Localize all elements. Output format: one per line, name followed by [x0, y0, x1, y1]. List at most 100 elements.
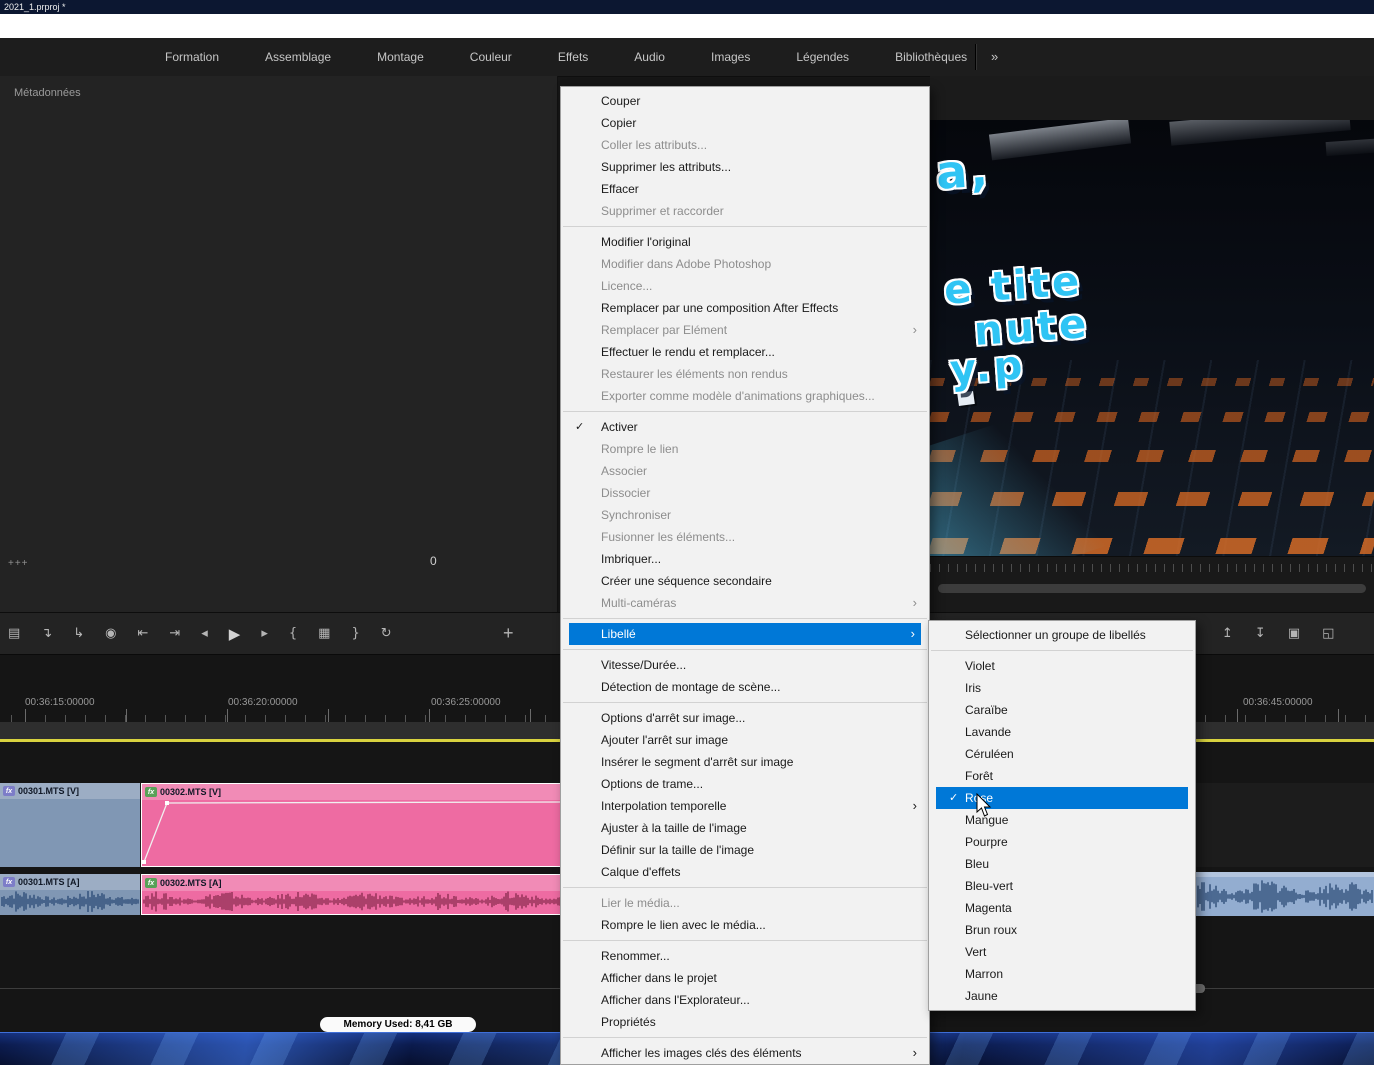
menu-item-bleu-vert[interactable]: Bleu-vert [929, 875, 1195, 897]
tab-effets[interactable]: Effets [558, 38, 588, 76]
menu-item-vert[interactable]: Vert [929, 941, 1195, 963]
menu-item-effacer[interactable]: Effacer [561, 178, 929, 200]
menu-item-ceruleen[interactable]: Céruléen [929, 743, 1195, 765]
menu-item-supprimer-les-attributs[interactable]: Supprimer les attributs... [561, 156, 929, 178]
menu-item-remplacer-par-une-composition-after-effects[interactable]: Remplacer par une composition After Effe… [561, 297, 929, 319]
menu-item-label: Bleu-vert [965, 879, 1013, 893]
audio-clip-00301[interactable]: fx 00301.MTS [A] [0, 874, 140, 915]
menu-item-caraibe[interactable]: Caraïbe [929, 699, 1195, 721]
menu-item-proprietes[interactable]: Propriétés [561, 1011, 929, 1033]
video-clip-00301[interactable]: fx 00301.MTS [V] [0, 783, 140, 867]
settings-icon[interactable]: ▤ [8, 626, 20, 641]
menu-item-definir-sur-la-taille-de-l-image[interactable]: Définir sur la taille de l'image [561, 839, 929, 861]
menu-item-bleu[interactable]: Bleu [929, 853, 1195, 875]
comparison-view-icon[interactable]: ◱ [1322, 626, 1334, 641]
audio-clip-right[interactable] [1196, 872, 1374, 916]
menu-item-calque-d-effets[interactable]: Calque d'effets [561, 861, 929, 883]
extract-icon[interactable]: ↧ [1255, 626, 1266, 641]
tab-images[interactable]: Images [711, 38, 750, 76]
fx-badge-icon: fx [145, 787, 157, 797]
menu-item-label: Libellé [601, 627, 636, 641]
menu-item-activer[interactable]: ✓Activer [561, 416, 929, 438]
menu-item-couper[interactable]: Couper [561, 90, 929, 112]
tab-assemblage[interactable]: Assemblage [265, 38, 331, 76]
menu-item-rompre-le-lien-avec-le-media[interactable]: Rompre le lien avec le média... [561, 914, 929, 936]
loop-icon[interactable]: ↻ [381, 626, 392, 641]
menu-item-pourpre[interactable]: Pourpre [929, 831, 1195, 853]
menu-item-label: Effectuer le rendu et remplacer... [601, 345, 775, 359]
monitor-time-ruler[interactable] [930, 556, 1374, 613]
timecode-label: 00:36:20:00000 [228, 697, 298, 708]
menu-strip [0, 14, 1374, 38]
menu-item-label: Effacer [601, 182, 639, 196]
step-back-icon[interactable]: ◂ [201, 626, 208, 641]
go-to-out-icon[interactable]: ⇥ [169, 626, 180, 641]
menu-item-selectionner-un-groupe-de-libelles[interactable]: Sélectionner un groupe de libellés [929, 624, 1195, 646]
tab-montage[interactable]: Montage [377, 38, 424, 76]
menu-item-afficher-les-images-cles-des-elements[interactable]: Afficher les images clés des éléments› [561, 1042, 929, 1064]
overwrite-icon[interactable]: ↳ [73, 626, 84, 641]
menu-item-ajouter-l-arret-sur-image[interactable]: Ajouter l'arrêt sur image [561, 729, 929, 751]
menu-item-options-de-trame[interactable]: Options de trame... [561, 773, 929, 795]
menu-item-copier[interactable]: Copier [561, 112, 929, 134]
lift-icon[interactable]: ↥ [1222, 626, 1233, 641]
timeline-toolbar: ▤ ↴ ↳ ◉ ⇤ ⇥ ◂ ▶ ▸ { ▦} ↻ [8, 613, 392, 654]
menu-item-multi-cameras: Multi-caméras› [561, 592, 929, 614]
menu-item-creer-une-sequence-secondaire[interactable]: Créer une séquence secondaire [561, 570, 929, 592]
menu-item-label: Sélectionner un groupe de libellés [965, 628, 1146, 642]
marker-icon[interactable]: ▦ [318, 626, 330, 641]
tab-couleur[interactable]: Couleur [470, 38, 512, 76]
fx-badge-icon: fx [145, 878, 157, 888]
tab-bibliotheques[interactable]: Bibliothèques [895, 38, 967, 76]
menu-item-rose[interactable]: ✓Rose [936, 787, 1188, 809]
menu-item-modifier-l-original[interactable]: Modifier l'original [561, 231, 929, 253]
tab-legendes[interactable]: Légendes [796, 38, 849, 76]
video-clip-00302-selected[interactable]: fx 00302.MTS [V] [141, 783, 564, 867]
step-forward-icon[interactable]: ▸ [261, 626, 268, 641]
menu-item-detection-de-montage-de-scene[interactable]: Détection de montage de scène... [561, 676, 929, 698]
menu-item-iris[interactable]: Iris [929, 677, 1195, 699]
menu-item-vitesse-duree[interactable]: Vitesse/Durée... [561, 654, 929, 676]
menu-item-jaune[interactable]: Jaune [929, 985, 1195, 1007]
clip-header [1196, 872, 1374, 877]
menu-item-mangue[interactable]: Mangue [929, 809, 1195, 831]
ceiling-light-shape [1326, 138, 1374, 156]
audio-clip-00302-selected[interactable]: fx 00302.MTS [A] [141, 874, 564, 915]
monitor-ruler-ticks [930, 564, 1374, 572]
export-frame-icon[interactable]: ▣ [1288, 626, 1300, 641]
insert-icon[interactable]: ↴ [41, 626, 52, 641]
menu-item-label: Céruléen [965, 747, 1014, 761]
menu-item-marron[interactable]: Marron [929, 963, 1195, 985]
menu-item-label: Supprimer les attributs... [601, 160, 731, 174]
go-to-in-icon[interactable]: ⇤ [137, 626, 148, 641]
menu-item-foret[interactable]: Forêt [929, 765, 1195, 787]
monitor-scrollbar[interactable] [938, 584, 1366, 593]
mark-out-icon[interactable]: } [351, 626, 359, 641]
workspace-overflow-button[interactable]: » [991, 38, 998, 76]
menu-item-inserer-le-segment-d-arret-sur-image[interactable]: Insérer le segment d'arrêt sur image [561, 751, 929, 773]
menu-item-afficher-dans-l-explorateur[interactable]: Afficher dans l'Explorateur... [561, 989, 929, 1011]
add-button[interactable]: + [503, 613, 514, 654]
play-icon[interactable]: ▶ [229, 625, 241, 643]
export-frame-icon[interactable]: ◉ [105, 626, 116, 641]
tab-formation[interactable]: Formation [165, 38, 219, 76]
opacity-rubber-band[interactable] [142, 798, 563, 866]
menu-item-afficher-dans-le-projet[interactable]: Afficher dans le projet [561, 967, 929, 989]
menu-item-options-d-arret-sur-image[interactable]: Options d'arrêt sur image... [561, 707, 929, 729]
menu-item-magenta[interactable]: Magenta [929, 897, 1195, 919]
video-overlay-text: a, [934, 146, 992, 196]
menu-item-brun-roux[interactable]: Brun roux [929, 919, 1195, 941]
menu-item-label: Copier [601, 116, 636, 130]
mark-in-icon[interactable]: { [289, 626, 297, 641]
menu-item-effectuer-le-rendu-et-remplacer[interactable]: Effectuer le rendu et remplacer... [561, 341, 929, 363]
audio-waveform [1, 889, 139, 914]
menu-item-lavande[interactable]: Lavande [929, 721, 1195, 743]
menu-item-remplacer-par-element: Remplacer par Elément› [561, 319, 929, 341]
menu-item-violet[interactable]: Violet [929, 655, 1195, 677]
menu-item-interpolation-temporelle[interactable]: Interpolation temporelle› [561, 795, 929, 817]
menu-item-renommer[interactable]: Renommer... [561, 945, 929, 967]
menu-item-imbriquer[interactable]: Imbriquer... [561, 548, 929, 570]
menu-item-libelle[interactable]: Libellé› [569, 623, 921, 645]
menu-item-ajuster-a-la-taille-de-l-image[interactable]: Ajuster à la taille de l'image [561, 817, 929, 839]
tab-audio[interactable]: Audio [634, 38, 665, 76]
